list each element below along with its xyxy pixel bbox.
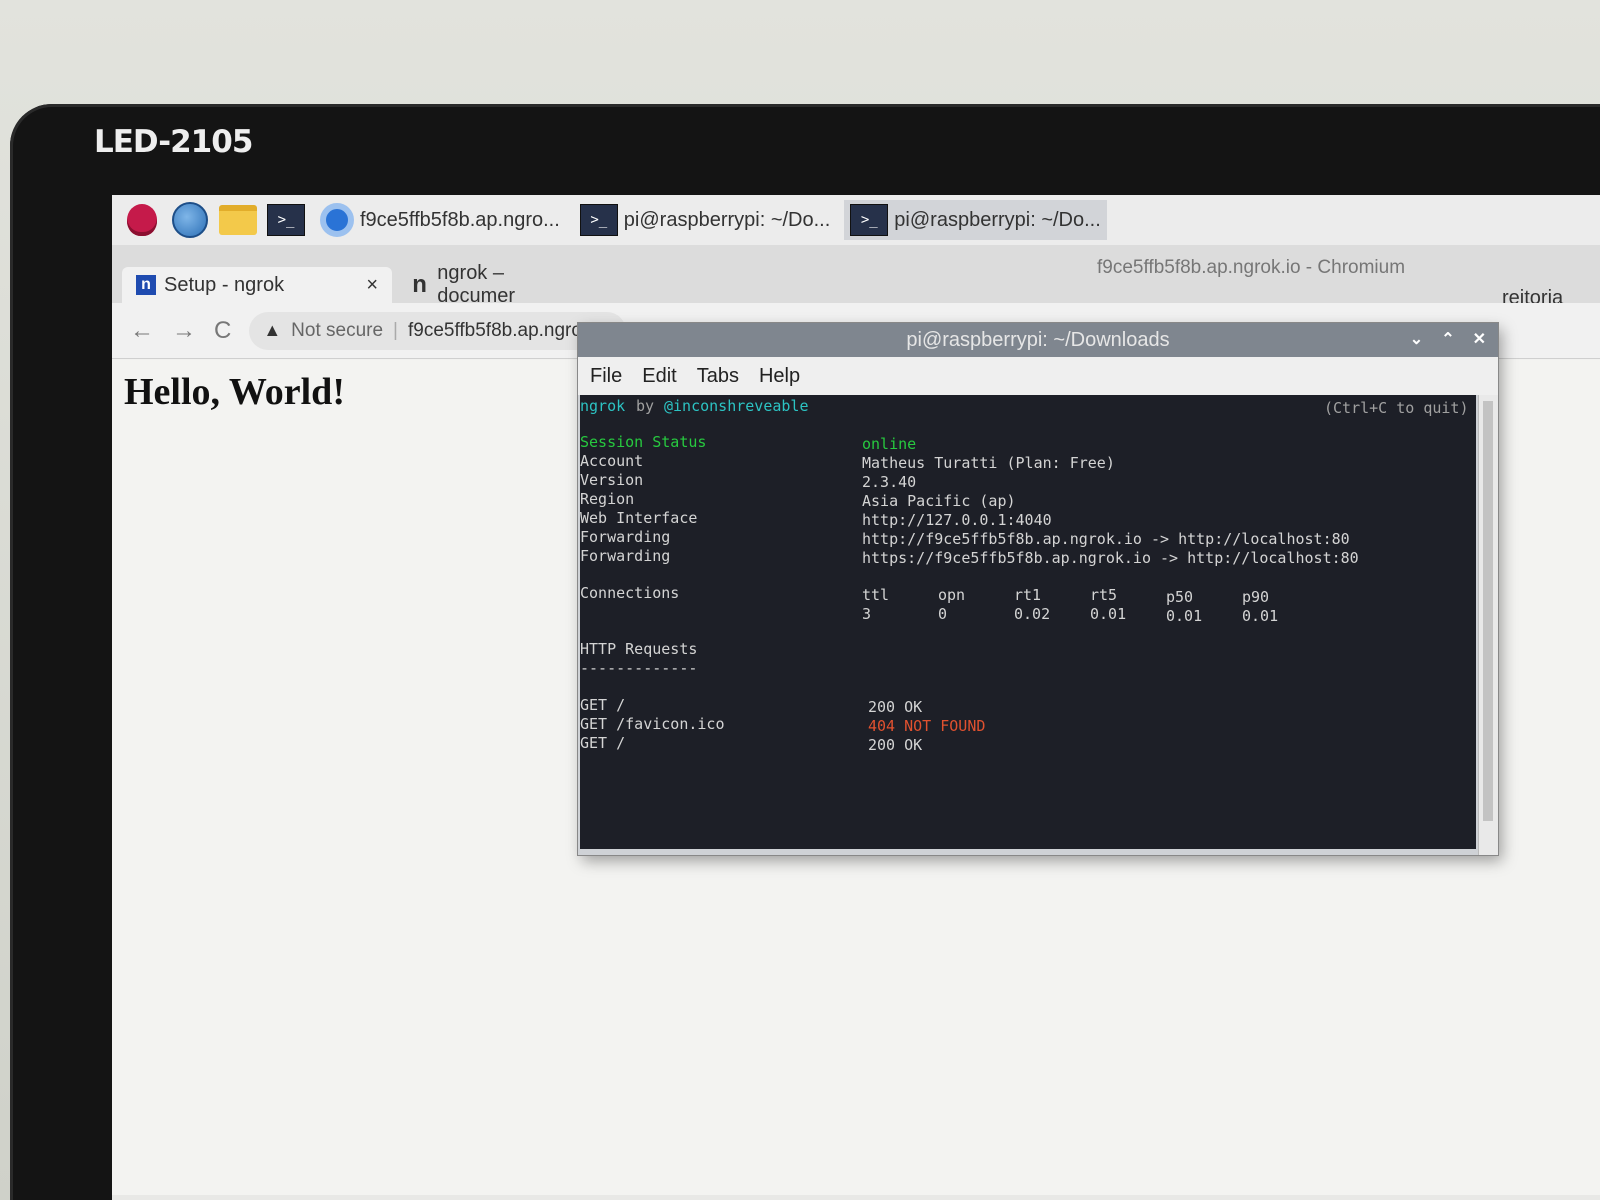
desktop-screen: >_ f9ce5ffb5f8b.ap.ngro... >_ pi@raspber… [112,195,1600,1200]
ngrok-favicon-icon: n [412,271,427,298]
warning-icon[interactable]: ▲ [263,320,281,341]
taskbar-task-chromium[interactable]: f9ce5ffb5f8b.ap.ngro... [314,200,566,240]
session-status-label: Session Status [580,433,707,451]
terminal-output[interactable]: ngrok by @inconshreveable (Ctrl+C to qui… [580,395,1476,849]
taskbar-task-label: f9ce5ffb5f8b.ap.ngro... [360,208,560,231]
terminal-titlebar[interactable]: pi@raspberrypi: ~/Downloads ⌄ ⌃ ✕ [578,323,1498,357]
page-heading: Hello, World! [124,371,345,413]
taskbar-task-label: pi@raspberrypi: ~/Do... [894,208,1101,231]
ngrok-favicon-icon: n [136,275,156,295]
omnibox-separator: | [393,319,398,341]
web-browser-launcher[interactable] [170,200,210,240]
file-manager-launcher[interactable] [218,200,258,240]
menu-help[interactable]: Help [759,365,800,388]
forward-arrow-icon[interactable]: → [172,317,196,345]
conn-header-p90: p90 [1242,588,1270,606]
menu-edit[interactable]: Edit [642,365,676,388]
terminal-title: pi@raspberrypi: ~/Downloads [906,328,1170,351]
forwarding-label: Forwarding [580,528,671,546]
terminal-icon: >_ [267,204,305,236]
request-status-error: 404 NOT FOUND [868,717,986,735]
header-by: by [636,397,655,415]
close-icon[interactable]: ✕ [1473,329,1486,349]
web-interface-label: Web Interface [580,509,698,527]
forwarding-value: https://f9ce5ffb5f8b.ap.ngrok.io -> http… [862,549,1359,567]
taskbar-task-label: pi@raspberrypi: ~/Do... [623,208,831,231]
web-interface-value: http://127.0.0.1:4040 [862,511,1052,529]
ngrok-name: ngrok [580,397,626,415]
back-arrow-icon[interactable]: ← [130,317,154,345]
security-label[interactable]: Not secure [291,320,383,342]
tab-label: ngrok – documer [437,262,516,307]
region-label: Region [580,490,635,508]
version-value: 2.3.40 [862,473,917,491]
quit-hint: (Ctrl+C to quit) [1324,399,1469,417]
menu-file[interactable]: File [590,365,622,388]
forwarding-label: Forwarding [580,547,671,565]
globe-icon [172,202,208,238]
conn-value-p90: 0.01 [1242,607,1279,625]
terminal-icon: >_ [850,204,889,236]
header-author: @inconshreveable [664,397,809,415]
screen-edge [112,1195,1600,1200]
conn-header-ttl: ttl [862,586,890,604]
account-label: Account [580,452,644,470]
conn-value-ttl: 3 [862,605,872,623]
window-title: f9ce5ffb5f8b.ap.ngrok.io - Chromium [1097,257,1406,278]
menu-tabs[interactable]: Tabs [697,365,739,388]
conn-value-rt1: 0.02 [1014,605,1051,623]
minimize-icon[interactable]: ⌄ [1410,329,1423,349]
conn-header-rt5: rt5 [1090,586,1118,604]
terminal-launcher[interactable]: >_ [266,200,306,240]
conn-value-p50: 0.01 [1166,607,1203,625]
tab-label: Setup - ngrok [164,273,285,296]
taskbar-task-terminal-1[interactable]: >_ pi@raspberrypi: ~/Do... [574,200,837,240]
tab-ngrok-docs[interactable]: n ngrok – documer [396,262,596,307]
conn-value-opn: 0 [938,605,948,623]
tab-close-icon[interactable]: × [366,274,378,297]
forwarding-value: http://f9ce5ffb5f8b.ap.ngrok.io -> http:… [862,530,1350,548]
maximize-icon[interactable]: ⌃ [1441,329,1454,349]
window-controls: ⌄ ⌃ ✕ [1410,329,1486,349]
request-status: 200 OK [868,736,923,754]
connections-label: Connections [580,584,680,602]
taskbar: >_ f9ce5ffb5f8b.ap.ngro... >_ pi@raspber… [112,195,1600,245]
version-label: Version [580,471,644,489]
session-status-value: online [862,435,917,453]
terminal-scrollbar[interactable] [1478,395,1498,855]
reload-icon[interactable]: C [214,317,231,345]
terminal-icon: >_ [579,204,618,236]
raspberry-menu-button[interactable] [122,200,162,240]
raspberry-icon [127,204,157,236]
chromium-icon [320,203,354,237]
folder-icon [219,205,257,235]
terminal-menubar: File Edit Tabs Help [578,357,1498,395]
conn-header-rt1: rt1 [1014,586,1042,604]
address-bar[interactable]: ▲ Not secure | f9ce5ffb5f8b.ap.ngrok.io [249,311,626,350]
request-status: 200 OK [868,698,923,716]
request-path: GET / [580,696,626,714]
account-value: Matheus Turatti (Plan: Free) [862,454,1115,472]
monitor-brand-label: LED-2105 [94,124,253,160]
request-path: GET /favicon.ico [580,715,725,733]
tab-setup-ngrok[interactable]: n Setup - ngrok × [122,267,392,303]
conn-value-rt5: 0.01 [1090,605,1127,623]
conn-header-p50: p50 [1166,588,1194,606]
region-value: Asia Pacific (ap) [862,492,1016,510]
chromium-window: f9ce5ffb5f8b.ap.ngrok.io - Chromium n Se… [112,245,1600,1200]
taskbar-task-terminal-2[interactable]: >_ pi@raspberrypi: ~/Do... [844,200,1107,240]
conn-header-opn: opn [938,586,966,604]
terminal-window: pi@raspberrypi: ~/Downloads ⌄ ⌃ ✕ File E… [578,323,1498,855]
http-requests-rule: ------------- [580,659,698,677]
tab-strip: f9ce5ffb5f8b.ap.ngrok.io - Chromium n Se… [112,245,1600,309]
http-requests-label: HTTP Requests [580,640,698,658]
request-path: GET / [580,734,626,752]
scrollbar-thumb[interactable] [1483,401,1493,821]
